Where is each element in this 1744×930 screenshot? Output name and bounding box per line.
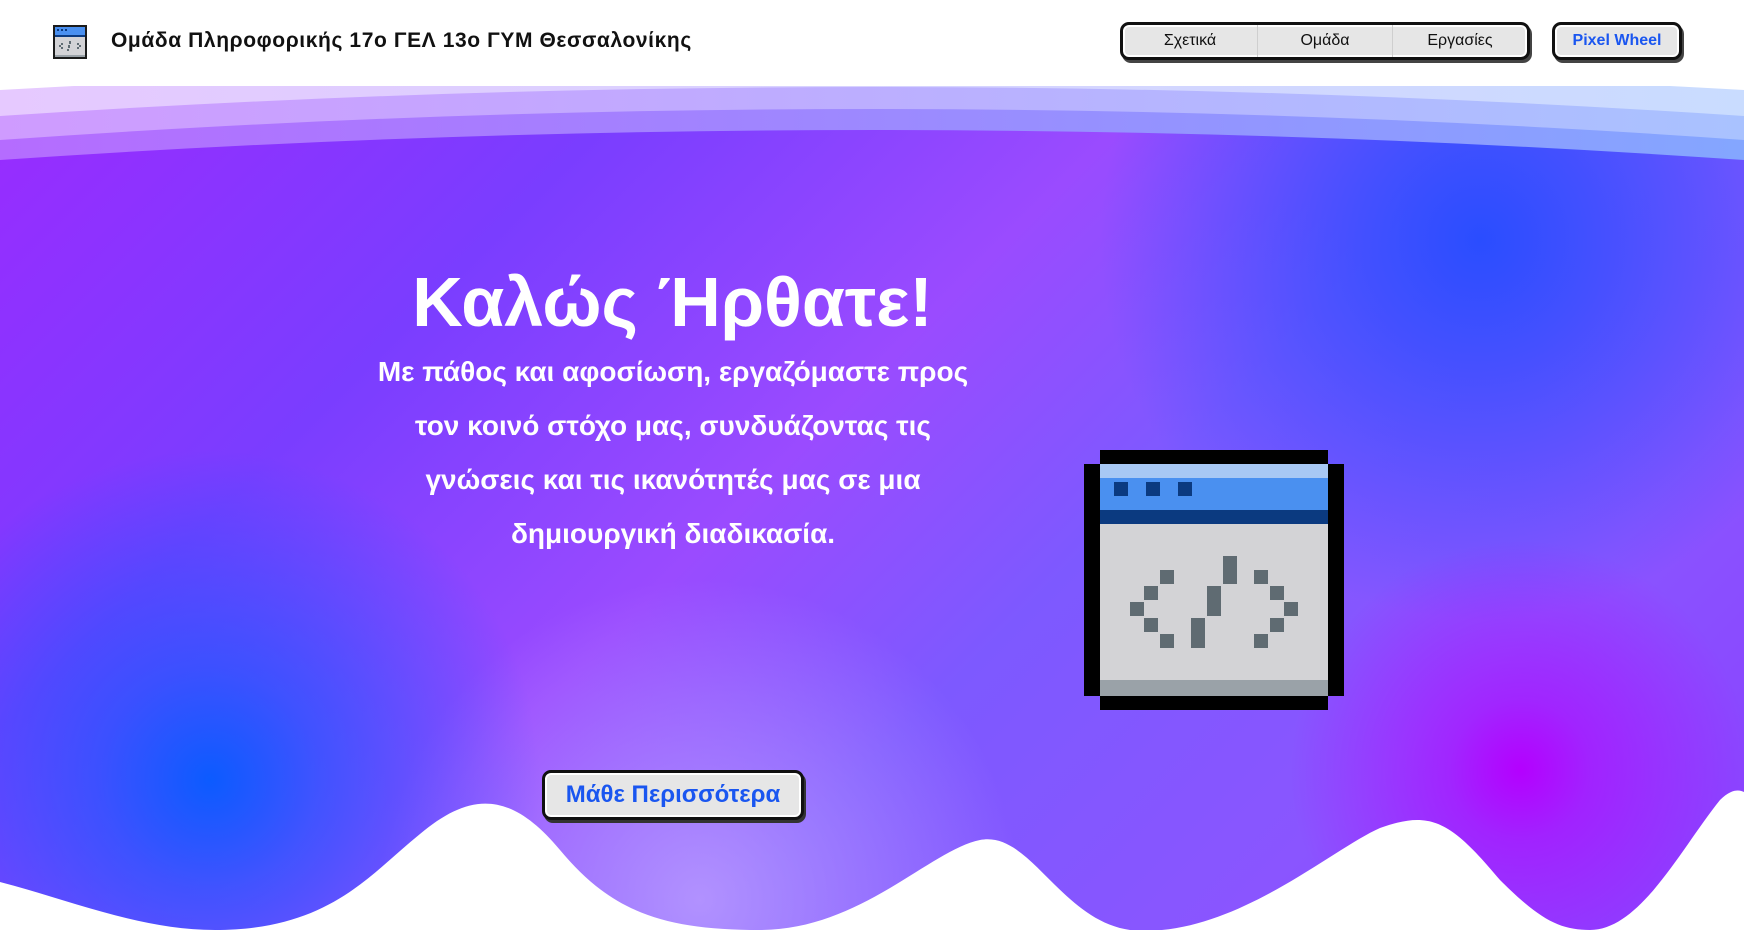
nav-item-about[interactable]: Σχετικά <box>1123 25 1258 57</box>
nav-item-projects[interactable]: Εργασίες <box>1393 25 1527 57</box>
site-header: Ομάδα Πληροφορικής 17ο ΓΕΛ 13ο ΓΥΜ Θεσσα… <box>0 0 1744 86</box>
page: Ομάδα Πληροφορικής 17ο ΓΕΛ 13ο ΓΥΜ Θεσσα… <box>0 0 1744 930</box>
site-title[interactable]: Ομάδα Πληροφορικής 17ο ΓΕΛ 13ο ΓΥΜ Θεσσα… <box>111 29 692 53</box>
top-wave-decoration <box>0 80 1744 160</box>
hero-description: Με πάθος και αφοσίωση, εργαζόμαστε προς … <box>377 356 969 549</box>
main-nav: Σχετικά Ομάδα Εργασίες <box>1120 22 1530 60</box>
hero-title: Καλώς Ήρθατε! <box>412 263 933 341</box>
nav-item-team[interactable]: Ομάδα <box>1258 25 1393 57</box>
nav-item-pixel-wheel[interactable]: Pixel Wheel <box>1552 22 1682 60</box>
code-window-icon[interactable] <box>52 24 88 60</box>
bottom-wave-decoration <box>0 790 1744 930</box>
pixel-code-window-icon <box>1084 450 1344 710</box>
hero-section: Καλώς Ήρθατε! Με πάθος και αφοσίωση, εργ… <box>0 80 1744 930</box>
